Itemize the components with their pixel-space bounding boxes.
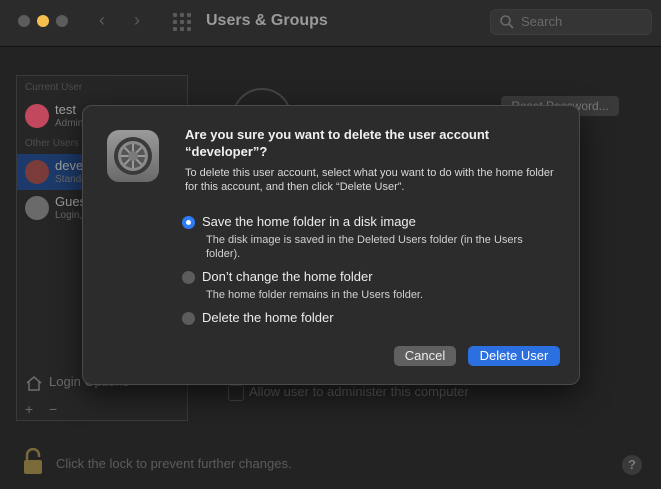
- delete-user-button[interactable]: Delete User: [468, 346, 560, 366]
- delete-user-dialog: Are you sure you want to delete the user…: [82, 105, 580, 385]
- system-preferences-gear-icon: [107, 130, 159, 182]
- dialog-message: To delete this user account, select what…: [185, 167, 554, 193]
- option-label-dont-change: Don’t change the home folder: [202, 269, 373, 284]
- option-desc-dont-change: The home folder remains in the Users fol…: [206, 289, 424, 301]
- cancel-button[interactable]: Cancel: [394, 346, 456, 366]
- option-desc-save-disk-image: The disk image is saved in the Deleted U…: [206, 234, 523, 260]
- users-groups-window: ‹ › Users & Groups Search Current User t…: [0, 0, 661, 489]
- radio-delete-home[interactable]: [182, 312, 195, 325]
- radio-save-disk-image[interactable]: [182, 216, 195, 229]
- option-label-delete-home: Delete the home folder: [202, 310, 334, 325]
- dialog-title: Are you sure you want to delete the user…: [185, 127, 490, 159]
- radio-dont-change[interactable]: [182, 271, 195, 284]
- option-label-save-disk-image: Save the home folder in a disk image: [202, 214, 416, 229]
